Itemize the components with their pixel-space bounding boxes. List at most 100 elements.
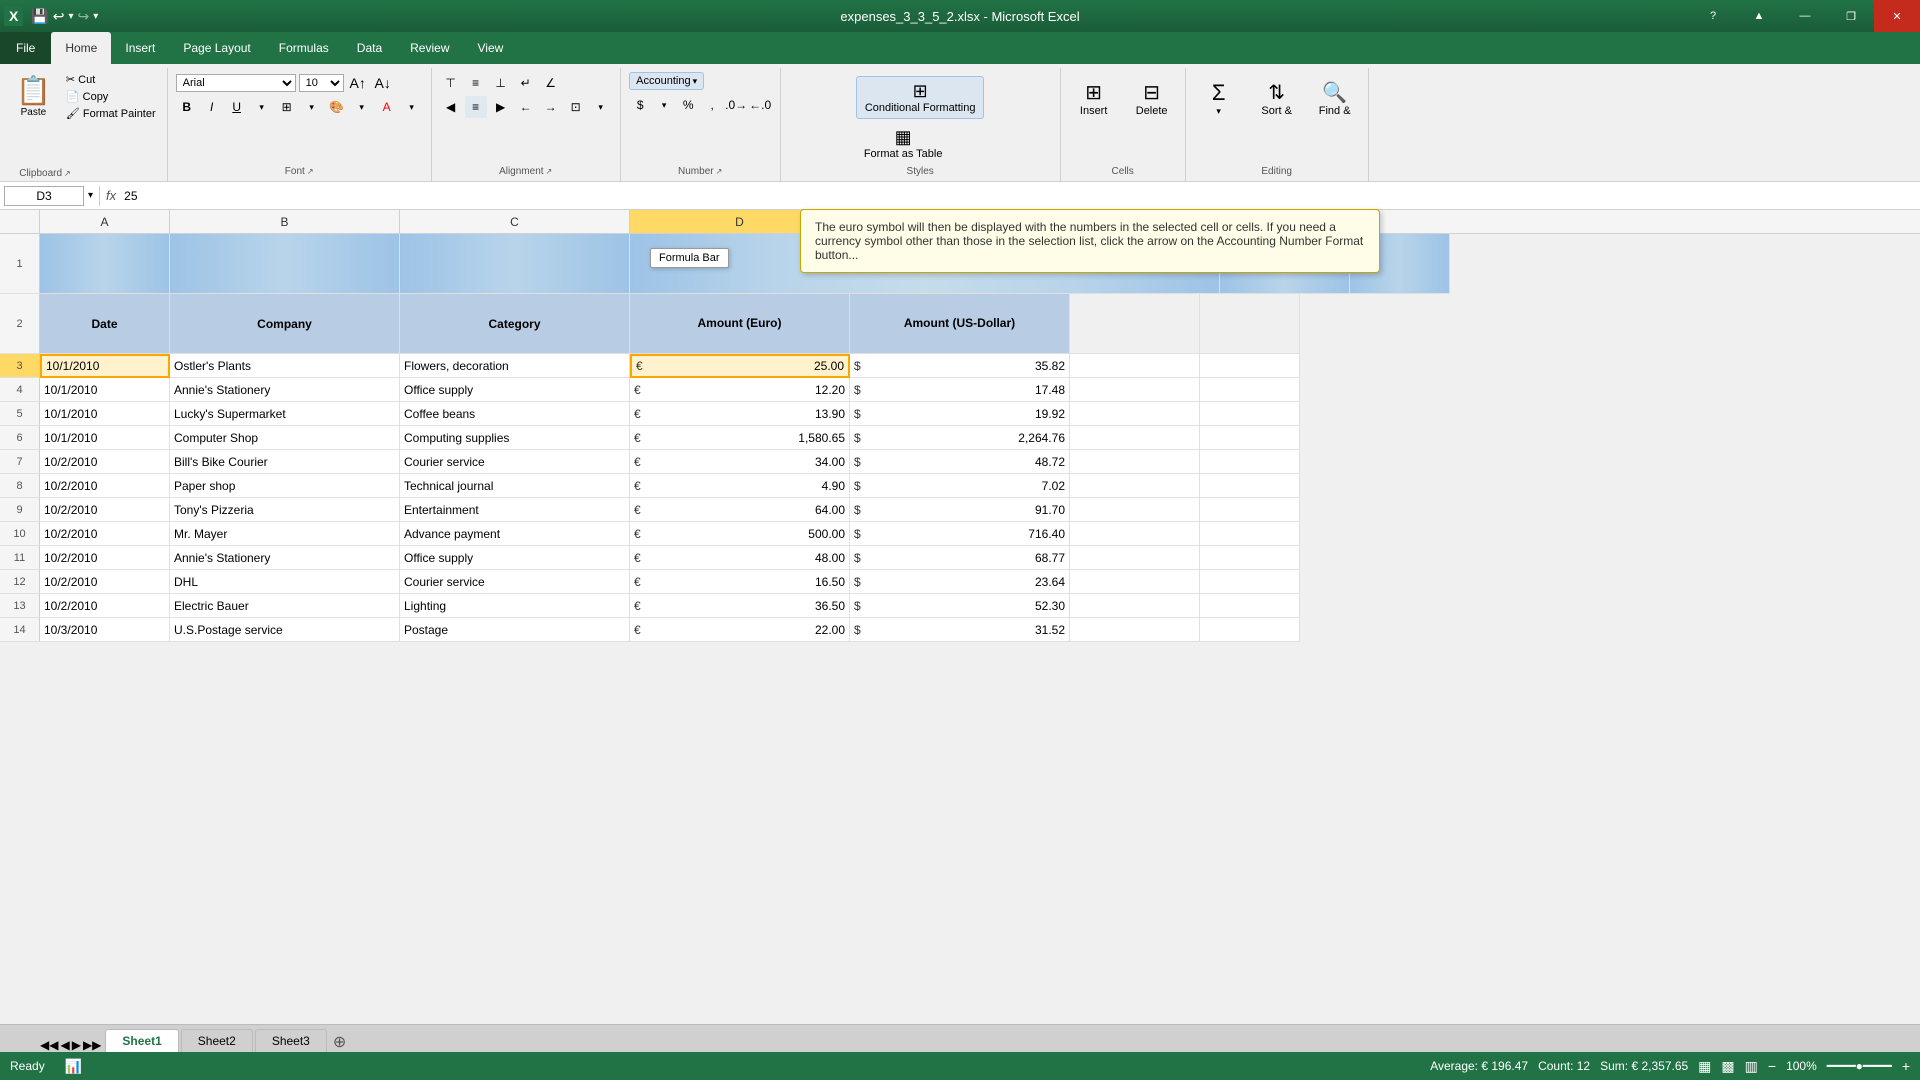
tab-formulas[interactable]: Formulas bbox=[265, 32, 343, 64]
increase-font-btn[interactable]: A↑ bbox=[347, 72, 369, 94]
save-quick-icon[interactable]: 💾 bbox=[31, 8, 48, 25]
cell-g5[interactable] bbox=[1200, 402, 1300, 426]
cell-g10[interactable] bbox=[1200, 522, 1300, 546]
cell-b8[interactable]: Paper shop bbox=[170, 474, 400, 498]
format-painter-button[interactable]: 🖌 Format Painter bbox=[63, 106, 159, 121]
cell-reference-box[interactable] bbox=[4, 186, 84, 206]
cell-a14[interactable]: 10/3/2010 bbox=[40, 618, 170, 642]
zoom-in-icon[interactable]: + bbox=[1902, 1058, 1910, 1074]
prev-sheet-icon2[interactable]: ◀ bbox=[60, 1038, 69, 1052]
cell-g3[interactable] bbox=[1200, 354, 1300, 378]
cell-a1[interactable] bbox=[40, 234, 170, 294]
insert-button[interactable]: ⊞ Insert bbox=[1069, 76, 1119, 121]
undo-icon[interactable]: ↩ bbox=[53, 8, 65, 25]
conditional-formatting-button[interactable]: ⊞ Conditional Formatting bbox=[856, 76, 985, 119]
cell-a5[interactable]: 10/1/2010 bbox=[40, 402, 170, 426]
col-header-a[interactable]: A bbox=[40, 210, 170, 233]
cell-c5[interactable]: Coffee beans bbox=[400, 402, 630, 426]
cell-b7[interactable]: Bill's Bike Courier bbox=[170, 450, 400, 474]
cell-f2[interactable] bbox=[1070, 294, 1200, 354]
cell-b2[interactable]: Company bbox=[170, 294, 400, 354]
restore-button[interactable]: ❐ bbox=[1828, 0, 1874, 32]
cell-b11[interactable]: Annie's Stationery bbox=[170, 546, 400, 570]
sheet-tab-sheet3[interactable]: Sheet3 bbox=[255, 1029, 327, 1052]
cell-g4[interactable] bbox=[1200, 378, 1300, 402]
orientation-btn[interactable]: ∠ bbox=[540, 72, 562, 94]
cell-f14[interactable] bbox=[1070, 618, 1200, 642]
cell-b10[interactable]: Mr. Mayer bbox=[170, 522, 400, 546]
cell-d2[interactable]: Amount (Euro) bbox=[630, 294, 850, 354]
cell-d6[interactable]: €1,580.65 bbox=[630, 426, 850, 450]
close-button[interactable]: ✕ bbox=[1874, 0, 1920, 32]
cell-d4[interactable]: €12.20 bbox=[630, 378, 850, 402]
cell-b3[interactable]: Ostler's Plants bbox=[170, 354, 400, 378]
cell-b6[interactable]: Computer Shop bbox=[170, 426, 400, 450]
cell-c13[interactable]: Lighting bbox=[400, 594, 630, 618]
find-button[interactable]: 🔍 Find & bbox=[1310, 76, 1360, 121]
number-expand-icon[interactable]: ↗ bbox=[716, 167, 723, 176]
cell-f7[interactable] bbox=[1070, 450, 1200, 474]
cell-e4[interactable]: $17.48 bbox=[850, 378, 1070, 402]
cell-e10[interactable]: $716.40 bbox=[850, 522, 1070, 546]
cell-b4[interactable]: Annie's Stationery bbox=[170, 378, 400, 402]
cell-d13[interactable]: €36.50 bbox=[630, 594, 850, 618]
cell-a12[interactable]: 10/2/2010 bbox=[40, 570, 170, 594]
view-layout-icon[interactable]: ▩ bbox=[1721, 1058, 1734, 1075]
cell-b14[interactable]: U.S.Postage service bbox=[170, 618, 400, 642]
cell-e7[interactable]: $48.72 bbox=[850, 450, 1070, 474]
fill-dropdown[interactable]: ▾ bbox=[351, 96, 373, 118]
cell-f11[interactable] bbox=[1070, 546, 1200, 570]
cell-d12[interactable]: €16.50 bbox=[630, 570, 850, 594]
font-size-select[interactable]: 10 bbox=[299, 74, 344, 92]
underline-dropdown[interactable]: ▾ bbox=[251, 96, 273, 118]
bold-button[interactable]: B bbox=[176, 96, 198, 118]
cell-b9[interactable]: Tony's Pizzeria bbox=[170, 498, 400, 522]
ribbon-collapse-icon[interactable]: ▲ bbox=[1736, 0, 1782, 32]
cell-d11[interactable]: €48.00 bbox=[630, 546, 850, 570]
cell-d3[interactable]: €25.00 bbox=[630, 354, 850, 378]
cell-a8[interactable]: 10/2/2010 bbox=[40, 474, 170, 498]
cell-e6[interactable]: $2,264.76 bbox=[850, 426, 1070, 450]
cell-a10[interactable]: 10/2/2010 bbox=[40, 522, 170, 546]
cell-c9[interactable]: Entertainment bbox=[400, 498, 630, 522]
formula-input[interactable] bbox=[120, 187, 1916, 205]
cell-a6[interactable]: 10/1/2010 bbox=[40, 426, 170, 450]
font-name-select[interactable]: Arial bbox=[176, 74, 296, 92]
cell-g12[interactable] bbox=[1200, 570, 1300, 594]
format-as-table-button[interactable]: ▦ Format as Table bbox=[856, 123, 951, 164]
cell-f6[interactable] bbox=[1070, 426, 1200, 450]
cell-b12[interactable]: DHL bbox=[170, 570, 400, 594]
cell-c1[interactable] bbox=[400, 234, 630, 294]
tab-review[interactable]: Review bbox=[396, 32, 463, 64]
align-left-btn[interactable]: ◀ bbox=[440, 96, 462, 118]
undo-dropdown-icon[interactable]: ▾ bbox=[69, 11, 74, 22]
merge-btn[interactable]: ⊡ bbox=[565, 96, 587, 118]
underline-button[interactable]: U bbox=[226, 96, 248, 118]
sheet-tab-sheet2[interactable]: Sheet2 bbox=[181, 1029, 253, 1052]
wrap-text-btn[interactable]: ↵ bbox=[515, 72, 537, 94]
cell-b1[interactable] bbox=[170, 234, 400, 294]
tab-data[interactable]: Data bbox=[343, 32, 396, 64]
cell-e2[interactable]: Amount (US-Dollar) bbox=[850, 294, 1070, 354]
clipboard-expand-icon[interactable]: ↗ bbox=[64, 169, 71, 178]
indent-decrease-btn[interactable]: ← bbox=[515, 96, 537, 118]
cell-g9[interactable] bbox=[1200, 498, 1300, 522]
zoom-out-icon[interactable]: − bbox=[1768, 1058, 1776, 1074]
accounting-dropdown-icon[interactable]: ▾ bbox=[693, 76, 698, 87]
cell-c10[interactable]: Advance payment bbox=[400, 522, 630, 546]
cell-d7[interactable]: €34.00 bbox=[630, 450, 850, 474]
sum-button[interactable]: Σ ▾ bbox=[1194, 76, 1244, 121]
cell-e3[interactable]: $35.82 bbox=[850, 354, 1070, 378]
next-sheet-icon2[interactable]: ▶▶ bbox=[83, 1038, 101, 1052]
cell-c11[interactable]: Office supply bbox=[400, 546, 630, 570]
tab-home[interactable]: Home bbox=[51, 32, 111, 64]
cell-a13[interactable]: 10/2/2010 bbox=[40, 594, 170, 618]
cell-a9[interactable]: 10/2/2010 bbox=[40, 498, 170, 522]
cell-a7[interactable]: 10/2/2010 bbox=[40, 450, 170, 474]
cell-c2[interactable]: Category bbox=[400, 294, 630, 354]
currency-btn[interactable]: $ bbox=[629, 94, 651, 116]
tab-view[interactable]: View bbox=[464, 32, 518, 64]
cell-d10[interactable]: €500.00 bbox=[630, 522, 850, 546]
align-center-btn[interactable]: ≡ bbox=[465, 96, 487, 118]
merge-dropdown[interactable]: ▾ bbox=[590, 96, 612, 118]
